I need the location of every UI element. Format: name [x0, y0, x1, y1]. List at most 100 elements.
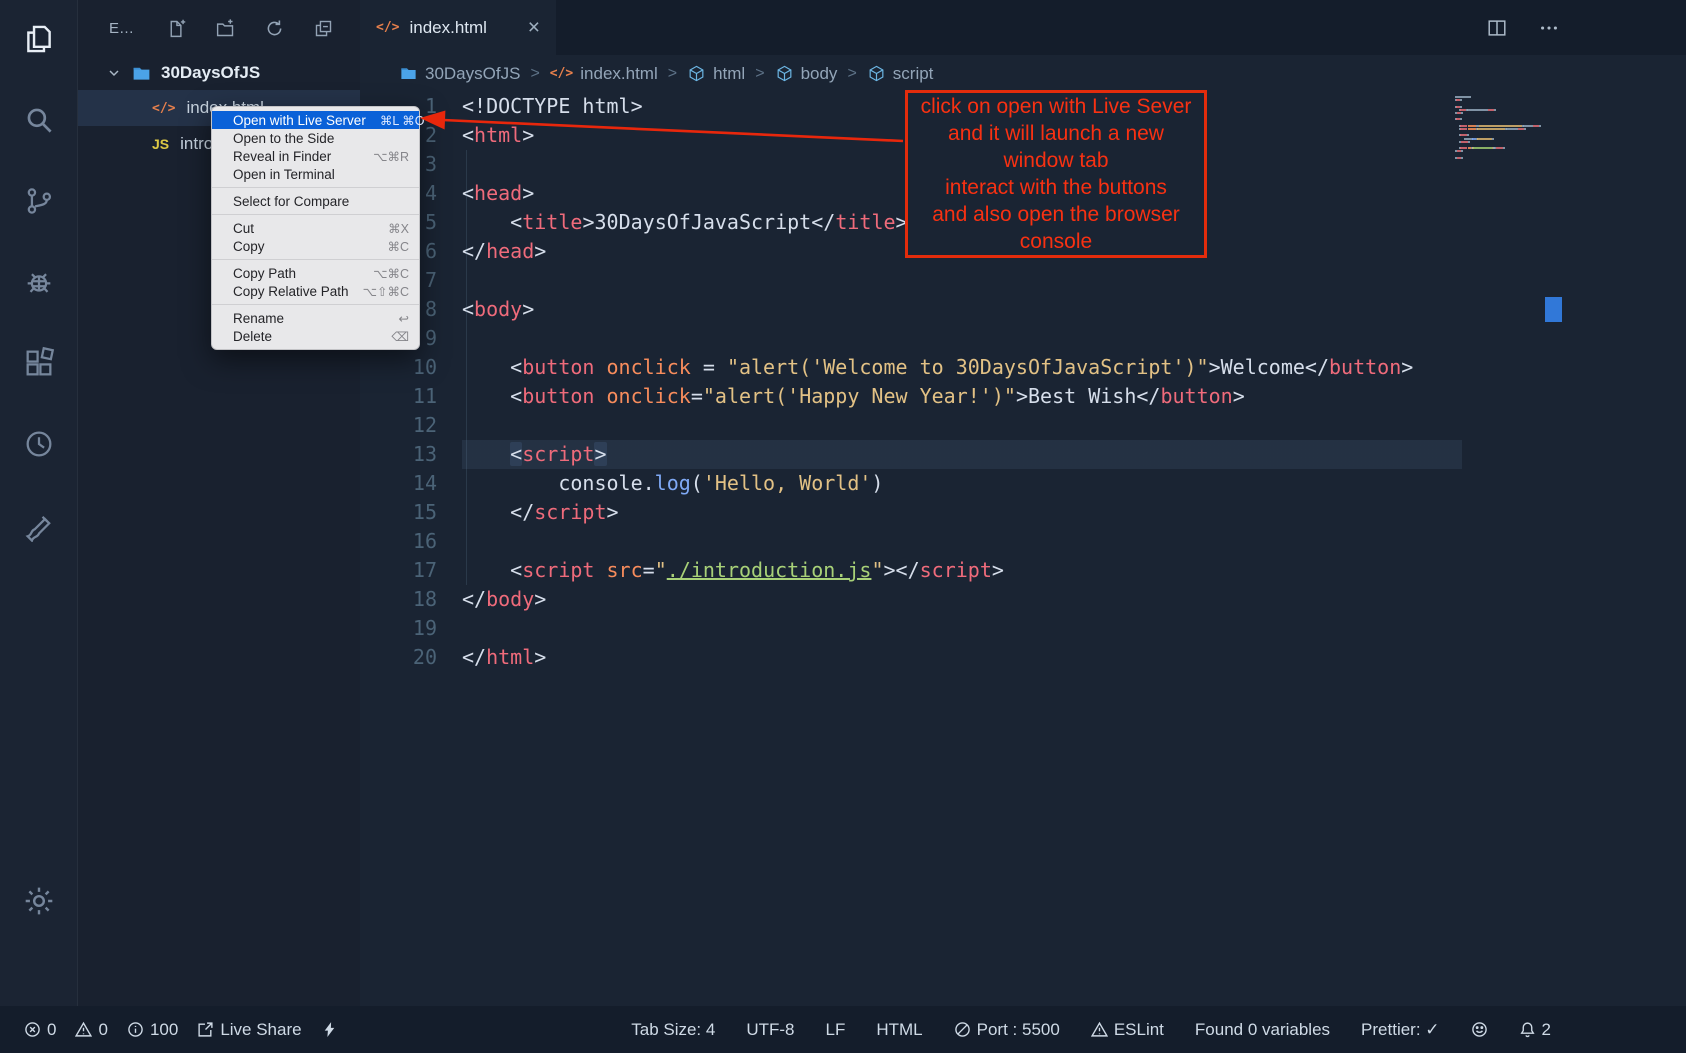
status-text: UTF-8: [746, 1020, 794, 1040]
line-content: </head>: [462, 237, 546, 266]
status-feedback-smiley[interactable]: [1471, 1021, 1488, 1038]
folder-label: 30DaysOfJS: [161, 63, 260, 83]
menu-item-select-for-compare[interactable]: Select for Compare: [212, 192, 419, 210]
code-line-14[interactable]: 14 console.log('Hello, World'): [360, 469, 1686, 498]
activity-item-feedback[interactable]: [22, 508, 56, 542]
status-info[interactable]: 100: [127, 1020, 178, 1040]
status-tab-size[interactable]: Tab Size: 4: [631, 1020, 715, 1040]
code-line-11[interactable]: 11 <button onclick="alert('Happy New Yea…: [360, 382, 1686, 411]
status-text: Tab Size: 4: [631, 1020, 715, 1040]
html-file-icon: </>: [376, 20, 399, 35]
split-editor-icon[interactable]: [1486, 17, 1508, 39]
lightning-icon: [321, 1021, 338, 1038]
code-line-13[interactable]: 13 <script>: [360, 440, 1686, 469]
refresh-icon[interactable]: [264, 18, 285, 39]
line-content: </body>: [462, 585, 546, 614]
chevron-down-icon: [106, 65, 122, 81]
code-line-10[interactable]: 10 <button onclick = "alert('Welcome to …: [360, 353, 1686, 382]
status-warnings[interactable]: 0: [75, 1020, 107, 1040]
breadcrumb-item-index-html[interactable]: </>index.html: [550, 64, 658, 84]
indent-guide: [466, 150, 467, 585]
activity-item-explorer[interactable]: [22, 22, 56, 56]
activity-item-settings[interactable]: [22, 884, 56, 918]
line-content: <body>: [462, 295, 534, 324]
menu-item-rename[interactable]: Rename↩: [212, 309, 419, 327]
status-language-mode[interactable]: HTML: [876, 1020, 922, 1040]
menu-item-delete[interactable]: Delete⌫: [212, 327, 419, 345]
status-live-server-bolt[interactable]: [321, 1021, 338, 1038]
status-text: 2: [1542, 1020, 1551, 1040]
collapse-all-icon[interactable]: [313, 18, 334, 39]
close-icon[interactable]: ×: [528, 17, 540, 38]
context-menu: Open with Live Server⌘L ⌘OOpen to the Si…: [211, 106, 420, 350]
code-line-17[interactable]: 17 <script src="./introduction.js"></scr…: [360, 556, 1686, 585]
menu-separator: [212, 304, 419, 305]
status-text: 0: [98, 1020, 107, 1040]
activity-item-search[interactable]: [22, 103, 56, 137]
breadcrumb-item-body[interactable]: body: [775, 64, 838, 84]
activity-item-run-and-debug[interactable]: [22, 265, 56, 299]
status-live-share[interactable]: Live Share: [197, 1020, 301, 1040]
breadcrumb-label: 30DaysOfJS: [425, 64, 520, 84]
menu-item-label: Open in Terminal: [233, 167, 335, 182]
menu-item-reveal-in-finder[interactable]: Reveal in Finder⌥⌘R: [212, 147, 419, 165]
new-file-icon[interactable]: [166, 18, 187, 39]
activity-item-history[interactable]: [22, 427, 56, 461]
tab-index-html[interactable]: </> index.html ×: [360, 0, 556, 55]
breadcrumb-item-html[interactable]: html: [687, 64, 745, 84]
menu-separator: [212, 259, 419, 260]
explorer-header-actions: [166, 18, 334, 39]
debug-icon: [22, 265, 56, 299]
tab-actions: [1486, 0, 1686, 55]
menu-item-open-to-the-side[interactable]: Open to the Side: [212, 129, 419, 147]
line-number: 17: [360, 556, 462, 585]
status-eslint[interactable]: ESLint: [1091, 1020, 1164, 1040]
breadcrumb-label: body: [801, 64, 838, 84]
status-port[interactable]: Port : 5500: [954, 1020, 1060, 1040]
status-eol[interactable]: LF: [826, 1020, 846, 1040]
status-text: Live Share: [220, 1020, 301, 1040]
new-folder-icon[interactable]: [215, 18, 236, 39]
code-line-19[interactable]: 19: [360, 614, 1686, 643]
code-line-12[interactable]: 12: [360, 411, 1686, 440]
menu-item-open-in-terminal[interactable]: Open in Terminal: [212, 165, 419, 183]
menu-item-label: Copy: [233, 239, 265, 254]
status-prettier[interactable]: Prettier: ✓: [1361, 1020, 1439, 1040]
menu-item-cut[interactable]: Cut⌘X: [212, 219, 419, 237]
menu-item-copy-relative-path[interactable]: Copy Relative Path⌥⇧⌘C: [212, 282, 419, 300]
activity-item-extensions[interactable]: [22, 346, 56, 380]
more-actions-icon[interactable]: [1538, 17, 1560, 39]
menu-item-label: Copy Path: [233, 266, 296, 281]
annotation-line: and also open the browser: [908, 201, 1204, 228]
menu-item-open-with-live-server[interactable]: Open with Live Server⌘L ⌘O: [212, 111, 419, 129]
menu-item-copy[interactable]: Copy⌘C: [212, 237, 419, 255]
code-line-16[interactable]: 16: [360, 527, 1686, 556]
code-line-20[interactable]: 20</html>: [360, 643, 1686, 672]
circle-slash-icon: [954, 1021, 971, 1038]
status-notifications[interactable]: 2: [1519, 1020, 1551, 1040]
breadcrumb-item-30daysofjs[interactable]: 30DaysOfJS: [399, 64, 520, 84]
line-content: <button onclick = "alert('Welcome to 30D…: [462, 353, 1413, 382]
line-content: <head>: [462, 179, 534, 208]
source-control-icon: [22, 184, 56, 218]
code-line-7[interactable]: 7: [360, 266, 1686, 295]
status-errors[interactable]: 0: [24, 1020, 56, 1040]
menu-item-copy-path[interactable]: Copy Path⌥⌘C: [212, 264, 419, 282]
code-line-15[interactable]: 15 </script>: [360, 498, 1686, 527]
folder-row-30daysofjs[interactable]: 30DaysOfJS: [78, 56, 360, 90]
status-encoding[interactable]: UTF-8: [746, 1020, 794, 1040]
code-line-18[interactable]: 18</body>: [360, 585, 1686, 614]
code-line-9[interactable]: 9: [360, 324, 1686, 353]
menu-item-shortcut: ↩: [399, 311, 409, 326]
breadcrumb-item-script[interactable]: script: [867, 64, 934, 84]
code-line-8[interactable]: 8<body>: [360, 295, 1686, 324]
activity-item-source-control[interactable]: [22, 184, 56, 218]
status-text: Port : 5500: [977, 1020, 1060, 1040]
breadcrumb-separator: >: [755, 65, 764, 83]
status-variables[interactable]: Found 0 variables: [1195, 1020, 1330, 1040]
status-text: LF: [826, 1020, 846, 1040]
status-text: ESLint: [1114, 1020, 1164, 1040]
line-number: 19: [360, 614, 462, 643]
minimap[interactable]: [1455, 96, 1547, 168]
line-content: <html>: [462, 121, 534, 150]
